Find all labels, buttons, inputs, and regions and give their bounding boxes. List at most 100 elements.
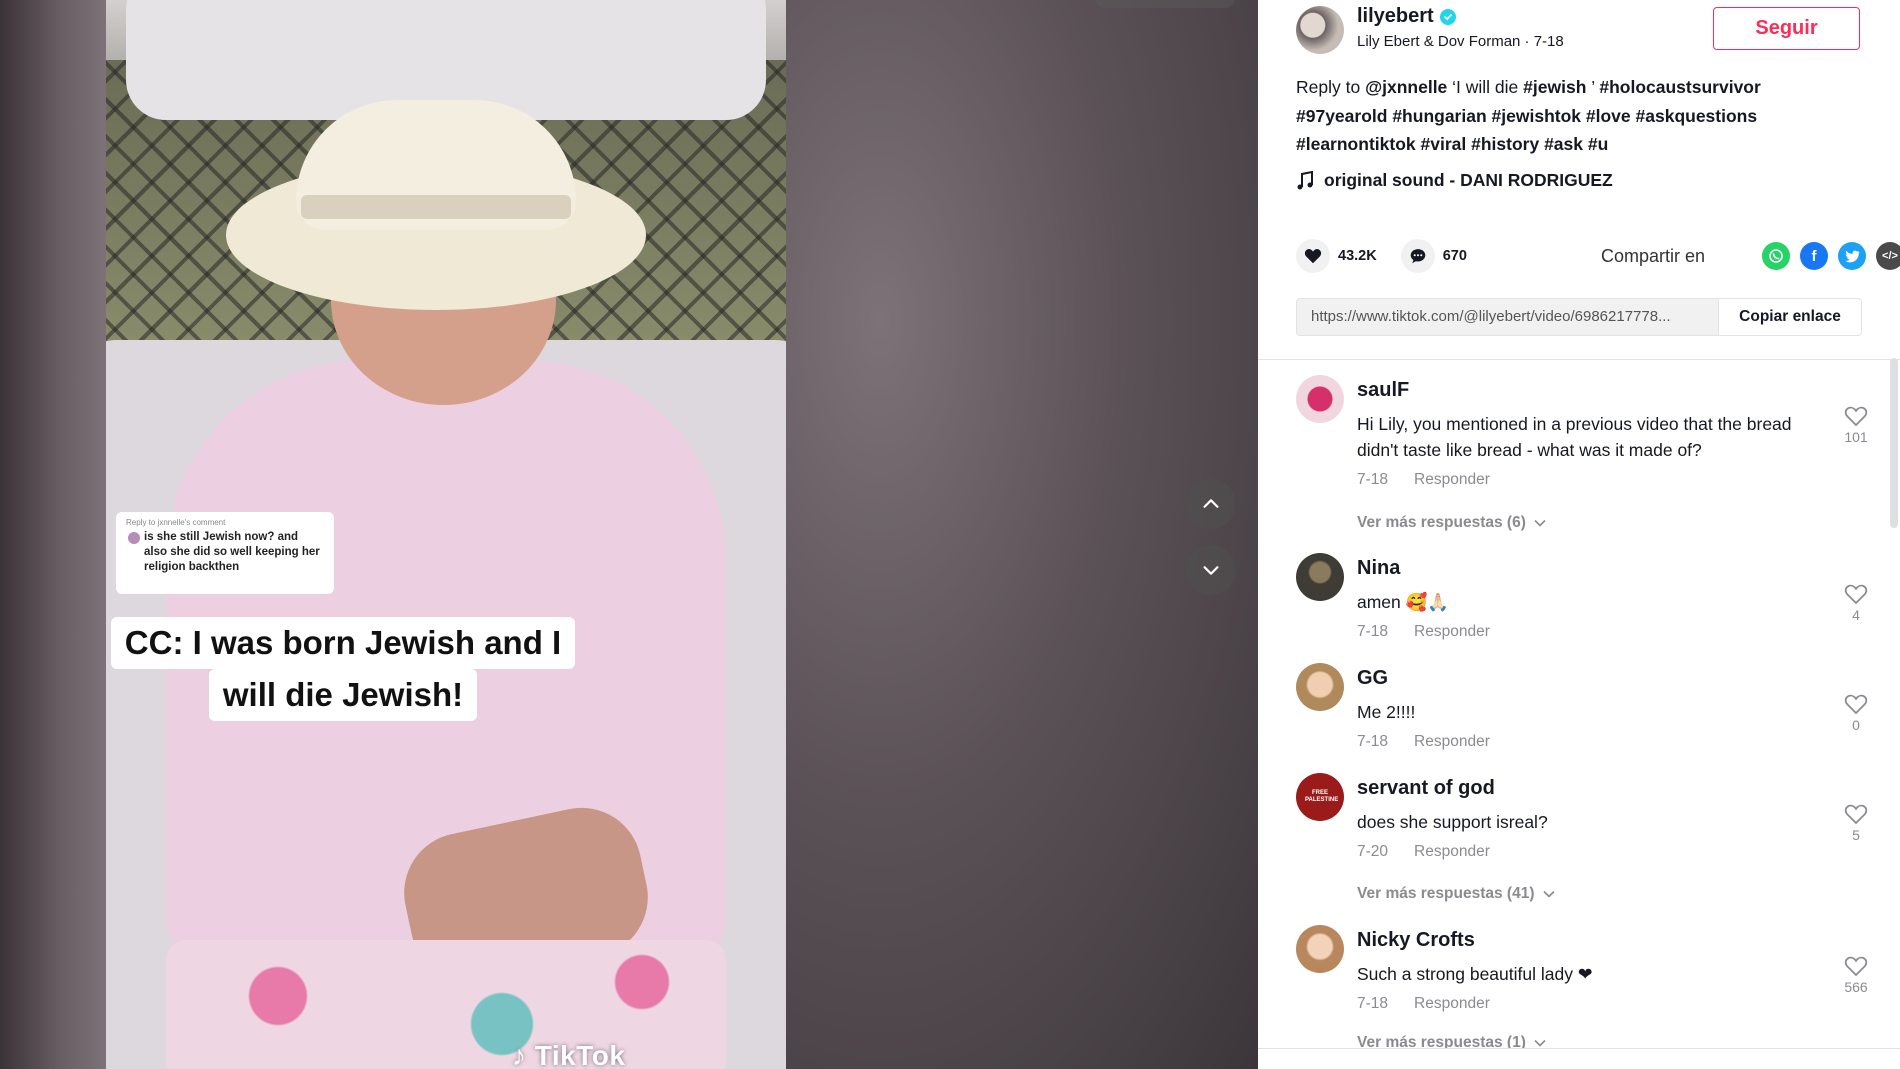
hashtag[interactable]: #viral — [1421, 134, 1467, 154]
hashtag[interactable]: #u — [1588, 134, 1608, 154]
like-stat[interactable]: 43.2K — [1296, 239, 1377, 273]
comment-date: 7-20 — [1357, 843, 1389, 860]
comment-date: 7-18 — [1357, 623, 1389, 640]
author-name-row[interactable]: lilyebert — [1357, 5, 1456, 28]
chevron-down-icon — [1542, 890, 1555, 898]
next-video-button[interactable] — [1186, 545, 1236, 595]
comment-author[interactable]: servant of god — [1357, 777, 1495, 800]
tiktok-logo-icon: ♪ — [512, 1040, 527, 1069]
caption-line-1: CC: I was born Jewish and I — [110, 617, 576, 669]
heart-outline-icon[interactable] — [1844, 803, 1868, 825]
floral-skirt — [166, 940, 726, 1069]
desc-mention[interactable]: @jxnnelle — [1365, 77, 1447, 97]
comment-author[interactable]: Nina — [1357, 557, 1400, 580]
whatsapp-icon[interactable] — [1762, 242, 1790, 270]
comments-scrollbar[interactable] — [1890, 358, 1898, 528]
avatar[interactable] — [1296, 375, 1344, 423]
heart-outline-icon[interactable] — [1844, 405, 1868, 427]
avatar[interactable]: FREE PALESTINE — [1296, 773, 1344, 821]
reply-button[interactable]: Responder — [1414, 471, 1490, 489]
reply-button[interactable]: Responder — [1414, 995, 1490, 1013]
desc-quote: ‘I will die — [1447, 77, 1524, 97]
comment-like[interactable]: 4 — [1836, 583, 1876, 623]
blurred-background-right — [786, 0, 1258, 1069]
hashtag[interactable]: #hungarian — [1392, 106, 1486, 126]
comment-text: amen 🥰🙏🏻 — [1357, 592, 1450, 612]
comment-stat[interactable]: 670 — [1400, 239, 1467, 273]
heart-outline-icon[interactable] — [1844, 693, 1868, 715]
music-link[interactable]: original sound - DANI RODRIGUEZ — [1296, 170, 1613, 191]
caption-line-2: will die Jewish! — [208, 669, 478, 721]
watermark-text: TikTok — [534, 1040, 626, 1069]
hashtag[interactable]: #ask — [1544, 134, 1583, 154]
comment-meta: 7-18 Responder — [1357, 733, 1490, 751]
hashtag[interactable]: #askquestions — [1636, 106, 1758, 126]
chevron-down-icon — [1534, 519, 1546, 527]
avatar[interactable] — [1296, 663, 1344, 711]
comment-text: Hi Lily, you mentioned in a previous vid… — [1357, 414, 1792, 460]
copy-link-button[interactable]: Copiar enlace — [1718, 299, 1861, 335]
view-more-label[interactable]: Ver más respuestas (6) — [1357, 514, 1526, 532]
comment-like[interactable]: 5 — [1836, 803, 1876, 843]
view-more-label[interactable]: Ver más respuestas (41) — [1357, 885, 1535, 903]
comment-like-count: 5 — [1852, 827, 1860, 843]
comment-text: does she support isreal? — [1357, 812, 1548, 832]
comment-meta: 7-18 Responder — [1357, 471, 1490, 489]
video-caption: CC: I was born Jewish and I will die Jew… — [110, 617, 576, 721]
facebook-icon[interactable]: f — [1800, 242, 1828, 270]
reply-button[interactable]: Responder — [1414, 733, 1490, 751]
video-description: Reply to @jxnnelle ‘I will die #jewish ’… — [1296, 73, 1856, 159]
avatar-text: FREE PALESTINE — [1305, 790, 1339, 803]
avatar[interactable] — [1296, 553, 1344, 601]
comment-date: 7-18 — [1357, 995, 1389, 1012]
view-more-replies[interactable]: Ver más respuestas (6) — [1357, 514, 1546, 532]
heart-outline-icon[interactable] — [1844, 955, 1868, 977]
comment-like[interactable]: 0 — [1836, 693, 1876, 733]
twitter-icon[interactable] — [1838, 242, 1866, 270]
author-avatar[interactable] — [1296, 6, 1344, 54]
like-count: 43.2K — [1338, 248, 1377, 264]
heart-icon[interactable] — [1296, 239, 1330, 273]
comment-like[interactable]: 101 — [1836, 405, 1876, 445]
avatar[interactable] — [1296, 925, 1344, 973]
view-more-replies[interactable]: Ver más respuestas (41) — [1357, 885, 1555, 903]
chevron-up-icon — [1203, 499, 1219, 508]
blurred-background-left — [0, 0, 106, 1069]
follow-button[interactable]: Seguir — [1713, 7, 1860, 50]
comment-meta: 7-20 Responder — [1357, 843, 1490, 861]
hashtag[interactable]: #history — [1471, 134, 1539, 154]
video-link-url[interactable]: https://www.tiktok.com/@lilyebert/video/… — [1297, 299, 1718, 335]
verified-badge-icon — [1439, 8, 1456, 25]
hashtag[interactable]: #holocaustsurvivor — [1599, 77, 1760, 97]
comment-author[interactable]: Nicky Crofts — [1357, 929, 1475, 952]
author-subtitle: Lily Ebert & Dov Forman · 7-18 — [1357, 33, 1564, 50]
panel-header: lilyebert Lily Ebert & Dov Forman · 7-18… — [1258, 0, 1900, 360]
author-username[interactable]: lilyebert — [1357, 5, 1434, 28]
comment-text: Me 2!!!! — [1357, 702, 1416, 722]
comment-like[interactable]: 566 — [1836, 955, 1876, 995]
comment-author[interactable]: saulF — [1357, 379, 1409, 402]
music-title[interactable]: original sound - DANI RODRIGUEZ — [1324, 170, 1613, 191]
reply-button[interactable]: Responder — [1414, 623, 1490, 641]
heart-outline-icon[interactable] — [1844, 583, 1868, 605]
comment-date: 7-18 — [1357, 733, 1389, 750]
comment-bubble-icon[interactable] — [1400, 239, 1435, 273]
hashtag[interactable]: #learnontiktok — [1296, 134, 1416, 154]
desc-quote-close: ’ — [1586, 77, 1600, 97]
video-stage: Reply to jxnnelle's comment is she still… — [0, 0, 1258, 1069]
embed-icon[interactable]: </> — [1876, 242, 1900, 270]
reply-sticker-header: Reply to jxnnelle's comment — [126, 518, 226, 527]
hashtag[interactable]: #jewish — [1523, 77, 1586, 97]
hat-band — [301, 195, 571, 219]
view-more-replies[interactable]: Ver más respuestas (1) — [1357, 1034, 1546, 1048]
comment-author[interactable]: GG — [1357, 667, 1388, 690]
hashtag[interactable]: #97yearold — [1296, 106, 1387, 126]
view-more-label[interactable]: Ver más respuestas (1) — [1357, 1034, 1526, 1048]
hashtag[interactable]: #jewishtok — [1492, 106, 1581, 126]
hashtag[interactable]: #love — [1586, 106, 1631, 126]
top-pill-button[interactable] — [1095, 0, 1235, 8]
chevron-down-icon — [1534, 1039, 1546, 1047]
reply-button[interactable]: Responder — [1414, 843, 1490, 861]
previous-video-button[interactable] — [1186, 479, 1236, 529]
comment-date: 7-18 — [1357, 471, 1389, 488]
